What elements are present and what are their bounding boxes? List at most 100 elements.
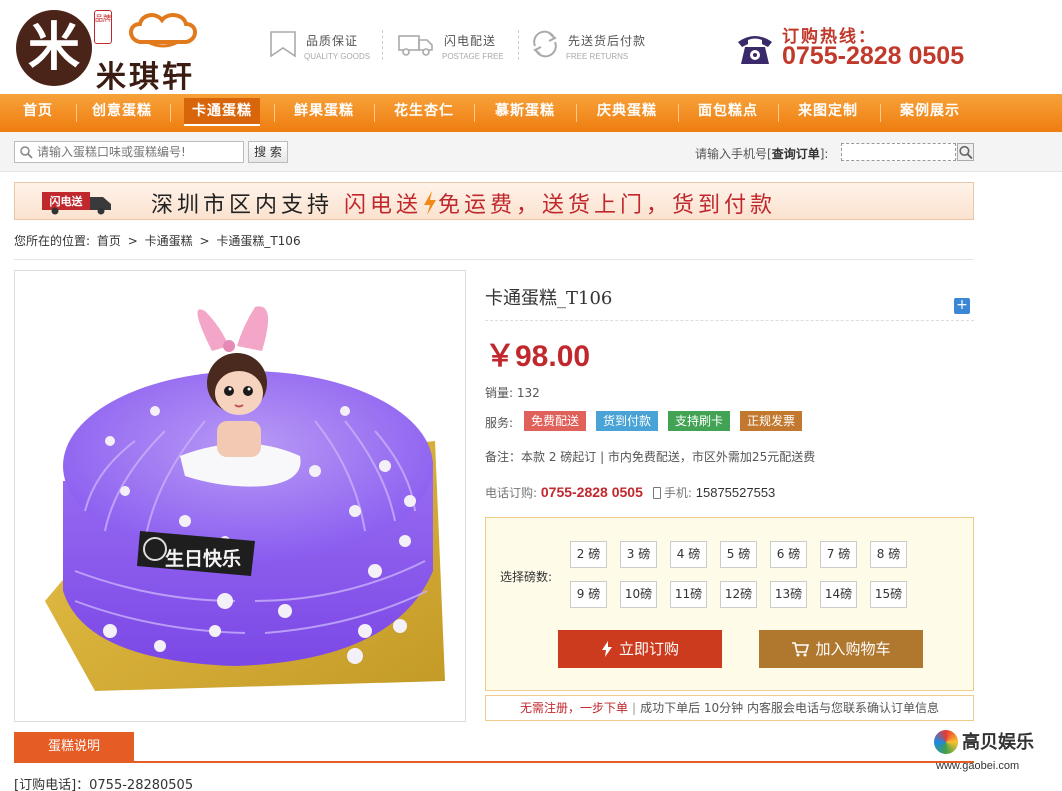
- product-note: 备注：本款 2 磅起订 | 市内免费配送，市区外需加25元配送费: [485, 450, 816, 464]
- size-label: 选择磅数:: [500, 570, 553, 584]
- nav-divider: [880, 104, 881, 122]
- svg-text:闪电送: 闪电送: [50, 194, 84, 208]
- product-title: 卡通蛋糕_T106: [485, 288, 613, 309]
- phone-order: 电话订购: 0755-2828 0505 手机: 15875527553: [485, 484, 776, 500]
- logo-mark: 米: [16, 10, 92, 86]
- search-input[interactable]: [37, 144, 241, 160]
- size-option[interactable]: 4 磅: [670, 541, 707, 568]
- brand-name: 米琪轩: [96, 60, 195, 95]
- nav-item-creative[interactable]: 创意蛋糕: [76, 94, 168, 132]
- delivery-truck-icon: 闪电送: [42, 192, 111, 215]
- watermark-logo-icon: [934, 730, 958, 754]
- size-option[interactable]: 13磅: [770, 581, 807, 608]
- cake-topper-text: 生日快乐: [165, 547, 241, 570]
- size-option[interactable]: 15磅: [870, 581, 907, 608]
- search-button[interactable]: 搜 索: [248, 141, 288, 163]
- return-arrows-icon: [533, 30, 557, 58]
- product-image[interactable]: 生日快乐: [14, 270, 466, 722]
- nav-divider: [576, 104, 577, 122]
- sales-count: 销量: 132: [485, 386, 540, 400]
- size-option[interactable]: 8 磅: [870, 541, 907, 568]
- nav-divider: [474, 104, 475, 122]
- size-option[interactable]: 11磅: [670, 581, 707, 608]
- purchase-box: 选择磅数: 2 磅 3 磅 4 磅 5 磅 6 磅 7 磅 8 磅 9 磅 10…: [485, 517, 974, 691]
- breadcrumb-home[interactable]: 首页: [97, 234, 121, 248]
- order-phone-input[interactable]: [841, 143, 956, 161]
- nav-divider: [778, 104, 779, 122]
- telephone-icon: [738, 36, 772, 64]
- divider: [14, 259, 974, 260]
- mobile-number: 15875527553: [695, 485, 776, 500]
- breadcrumb-category[interactable]: 卡通蛋糕: [145, 234, 193, 248]
- watermark: 高贝娱乐 www.gaobei.com: [934, 728, 1052, 778]
- service-label: 服务:: [485, 416, 514, 430]
- promise-returns: 先送货后付款 FREE RETURNS: [530, 26, 660, 66]
- breadcrumb-separator: >: [127, 234, 138, 248]
- nav-item-fruit[interactable]: 鲜果蛋糕: [276, 94, 372, 132]
- nav-item-peanut[interactable]: 花生杏仁: [376, 94, 472, 132]
- search-icon: [20, 146, 33, 159]
- nav-item-cartoon[interactable]: 卡通蛋糕: [172, 94, 272, 132]
- chef-hat-icon: [129, 13, 197, 48]
- brand-logo[interactable]: 米 品牌 米琪轩: [16, 8, 221, 95]
- nav-item-bread[interactable]: 面包糕点: [680, 94, 776, 132]
- promise-divider: [518, 30, 519, 60]
- breadcrumb-current: 卡通蛋糕_T106: [216, 234, 301, 248]
- promise-title: 先送货后付款: [568, 34, 647, 48]
- nav-divider: [678, 104, 679, 122]
- nav-item-cases[interactable]: 案例展示: [882, 94, 978, 132]
- search-icon: [959, 145, 973, 160]
- nav-divider: [374, 104, 375, 122]
- service-tag-free-delivery: 免费配送: [524, 411, 586, 431]
- truck-icon: [398, 35, 433, 56]
- size-option[interactable]: 5 磅: [720, 541, 757, 568]
- promise-delivery: 闪电配送 POSTAGE FREE: [398, 26, 508, 66]
- lightning-icon: [601, 641, 612, 657]
- site-header: 米 品牌 米琪轩 品质保证 QUALITY GOODS 闪电配送 POSTAGE…: [0, 0, 1062, 95]
- size-option[interactable]: 2 磅: [570, 541, 607, 568]
- promise-subtitle: POSTAGE FREE: [442, 52, 504, 61]
- search-bar: 搜 索 请输入手机号[查询订单]:: [0, 132, 1062, 172]
- banner-text: 深圳市区内支持 闪电送 免运费，送货上门，货到付款: [151, 191, 777, 218]
- size-option[interactable]: 7 磅: [820, 541, 857, 568]
- main-nav: 首页 创意蛋糕 卡通蛋糕 鲜果蛋糕 花生杏仁 慕斯蛋糕 庆典蛋糕 面包糕点 来图…: [0, 94, 1062, 132]
- cake-illustration: 生日快乐: [45, 306, 445, 691]
- promise-divider: [382, 30, 383, 60]
- service-tag-card: 支持刷卡: [668, 411, 730, 431]
- size-option[interactable]: 12磅: [720, 581, 757, 608]
- search-box: [14, 141, 244, 163]
- divider: [485, 320, 974, 321]
- nav-divider: [170, 104, 171, 122]
- promise-title: 品质保证: [306, 34, 359, 48]
- nav-item-custom[interactable]: 来图定制: [780, 94, 876, 132]
- promise-subtitle: FREE RETURNS: [566, 52, 629, 61]
- promise-subtitle: QUALITY GOODS: [304, 52, 371, 61]
- order-phone-number: 0755-2828 0505: [540, 484, 643, 500]
- size-option[interactable]: 10磅: [620, 581, 657, 608]
- mobile-icon: [652, 487, 661, 499]
- promise-title: 闪电配送: [444, 34, 497, 48]
- nav-item-celebration[interactable]: 庆典蛋糕: [578, 94, 676, 132]
- size-option[interactable]: 9 磅: [570, 581, 607, 608]
- nav-item-home[interactable]: 首页: [0, 94, 76, 132]
- size-option[interactable]: 6 磅: [770, 541, 807, 568]
- breadcrumb: 您所在的位置: 首页 > 卡通蛋糕 > 卡通蛋糕_T106: [14, 232, 304, 249]
- lightning-icon: [424, 191, 437, 215]
- breadcrumb-prefix: 您所在的位置:: [14, 234, 91, 248]
- add-to-cart-button[interactable]: 加入购物车: [759, 630, 923, 668]
- service-tag-cod: 货到付款: [596, 411, 658, 431]
- tab-underline: [14, 761, 974, 763]
- tab-cake-description[interactable]: 蛋糕说明: [14, 732, 134, 762]
- hotline-number: 0755-2828 0505: [782, 42, 965, 70]
- nav-divider: [274, 104, 275, 122]
- order-search-button[interactable]: [957, 143, 974, 161]
- product-price: ￥98.00: [485, 340, 591, 373]
- nav-item-mousse[interactable]: 慕斯蛋糕: [476, 94, 574, 132]
- buy-now-button[interactable]: 立即订购: [558, 630, 722, 668]
- cart-icon: [792, 642, 810, 657]
- share-plus-button[interactable]: +: [954, 298, 970, 314]
- size-option[interactable]: 14磅: [820, 581, 857, 608]
- size-option[interactable]: 3 磅: [620, 541, 657, 568]
- bookmark-icon: [270, 31, 296, 58]
- watermark-url: www.gaobei.com: [936, 760, 1020, 772]
